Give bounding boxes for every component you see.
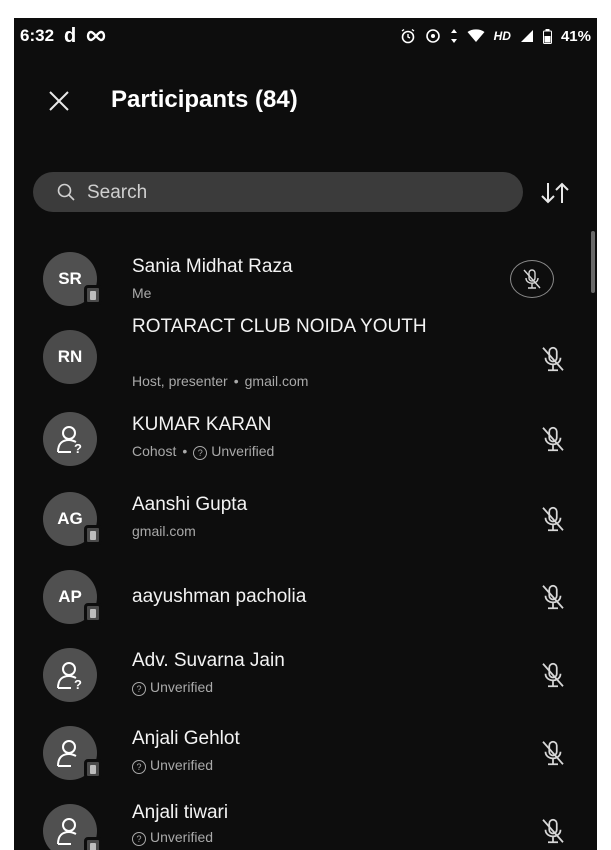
- verification-status: Unverified: [150, 757, 214, 773]
- participant-email: gmail.com: [132, 523, 196, 539]
- svg-text:?: ?: [74, 677, 82, 692]
- role-text: Cohost: [132, 443, 177, 459]
- mic-off-icon: [542, 740, 564, 766]
- unknown-user-icon: ?: [57, 426, 82, 456]
- mute-mic-button[interactable]: [538, 424, 568, 454]
- avatar: [43, 726, 102, 780]
- participant-name: aayushman pacholia: [132, 586, 307, 607]
- unknown-user-icon: ?: [57, 662, 82, 692]
- question-circle-icon: ?: [132, 760, 146, 774]
- participant-role: Me: [132, 285, 152, 301]
- mobile-device-badge-icon: [84, 603, 102, 623]
- unknown-user-icon: [57, 740, 77, 767]
- role-text: Host, presenter: [132, 373, 228, 389]
- mic-off-icon: [542, 426, 564, 452]
- mobile-device-badge-icon: [84, 837, 102, 850]
- participant-row[interactable]: RN ROTARACT CLUB NOIDA YOUTH Host, prese…: [14, 312, 597, 402]
- avatar-initials: AP: [58, 587, 82, 606]
- avatar: [43, 804, 102, 850]
- unknown-user-icon: [57, 818, 77, 845]
- mic-off-icon: [542, 506, 564, 532]
- participant-row[interactable]: Anjali tiwari ? Unverified: [14, 792, 597, 850]
- avatar-initials: AG: [57, 509, 83, 528]
- participant-role: Cohost •? Unverified: [132, 442, 274, 460]
- avatar: SR: [43, 252, 102, 306]
- mic-off-icon: [542, 818, 564, 844]
- mic-off-icon: [542, 584, 564, 610]
- participant-status: ? Unverified: [132, 828, 213, 846]
- avatar: AP: [43, 570, 102, 624]
- participant-name: Anjali tiwari: [132, 802, 229, 823]
- mute-mic-button[interactable]: [510, 260, 554, 298]
- verification-status: Unverified: [211, 443, 275, 459]
- mute-mic-button[interactable]: [538, 660, 568, 690]
- verification-status: Unverified: [150, 679, 214, 695]
- mute-mic-button[interactable]: [538, 344, 568, 374]
- participant-row[interactable]: ? Adv. Suvarna Jain ? Unverified: [14, 636, 597, 714]
- participant-name: Sania Midhat Raza: [132, 256, 293, 277]
- participant-name: Adv. Suvarna Jain: [132, 650, 285, 671]
- avatar: AG: [43, 492, 102, 546]
- participant-role: Host, presenter • gmail.com: [132, 372, 308, 390]
- mobile-device-badge-icon: [84, 285, 102, 305]
- mobile-device-badge-icon: [84, 759, 102, 779]
- mic-off-icon: [542, 346, 564, 372]
- mute-mic-button[interactable]: [538, 816, 568, 846]
- avatar: ?: [43, 412, 97, 466]
- participant-row[interactable]: Anjali Gehlot ? Unverified: [14, 714, 597, 792]
- participant-list: SR Sania Midhat Raza Me RN ROTARACT CLUB…: [14, 18, 597, 850]
- question-circle-icon: ?: [132, 832, 146, 846]
- participant-name: ROTARACT CLUB NOIDA YOUTH: [132, 316, 427, 337]
- mute-mic-button[interactable]: [538, 504, 568, 534]
- participant-row[interactable]: AG Aanshi Gupta gmail.com: [14, 480, 597, 558]
- avatar-initials: RN: [57, 347, 83, 366]
- question-circle-icon: ?: [132, 682, 146, 696]
- separator-dot: •: [182, 443, 188, 459]
- participant-row[interactable]: AP aayushman pacholia: [14, 558, 597, 636]
- participants-screen: 6:32 d HD 41% Participants (84) Search S…: [14, 18, 597, 850]
- email-domain: gmail.com: [244, 373, 309, 389]
- participant-row[interactable]: ? KUMAR KARAN Cohost •? Unverified: [14, 402, 597, 480]
- participant-name: Aanshi Gupta: [132, 494, 248, 515]
- mic-off-icon: [523, 269, 541, 289]
- participant-name: KUMAR KARAN: [132, 414, 272, 435]
- question-circle-icon: ?: [193, 446, 208, 460]
- mobile-device-badge-icon: [84, 525, 102, 545]
- participant-status: ? Unverified: [132, 756, 213, 774]
- participant-name: Anjali Gehlot: [132, 728, 240, 749]
- participant-row[interactable]: SR Sania Midhat Raza Me: [14, 240, 597, 318]
- separator-dot: •: [233, 373, 239, 389]
- mute-mic-button[interactable]: [538, 738, 568, 768]
- mic-off-icon: [542, 662, 564, 688]
- verification-status: Unverified: [150, 829, 214, 845]
- mute-mic-button[interactable]: [538, 582, 568, 612]
- avatar: ?: [43, 648, 97, 702]
- participant-status: ? Unverified: [132, 678, 213, 696]
- avatar: RN: [43, 330, 97, 384]
- svg-text:?: ?: [74, 441, 82, 456]
- avatar-initials: SR: [58, 269, 82, 288]
